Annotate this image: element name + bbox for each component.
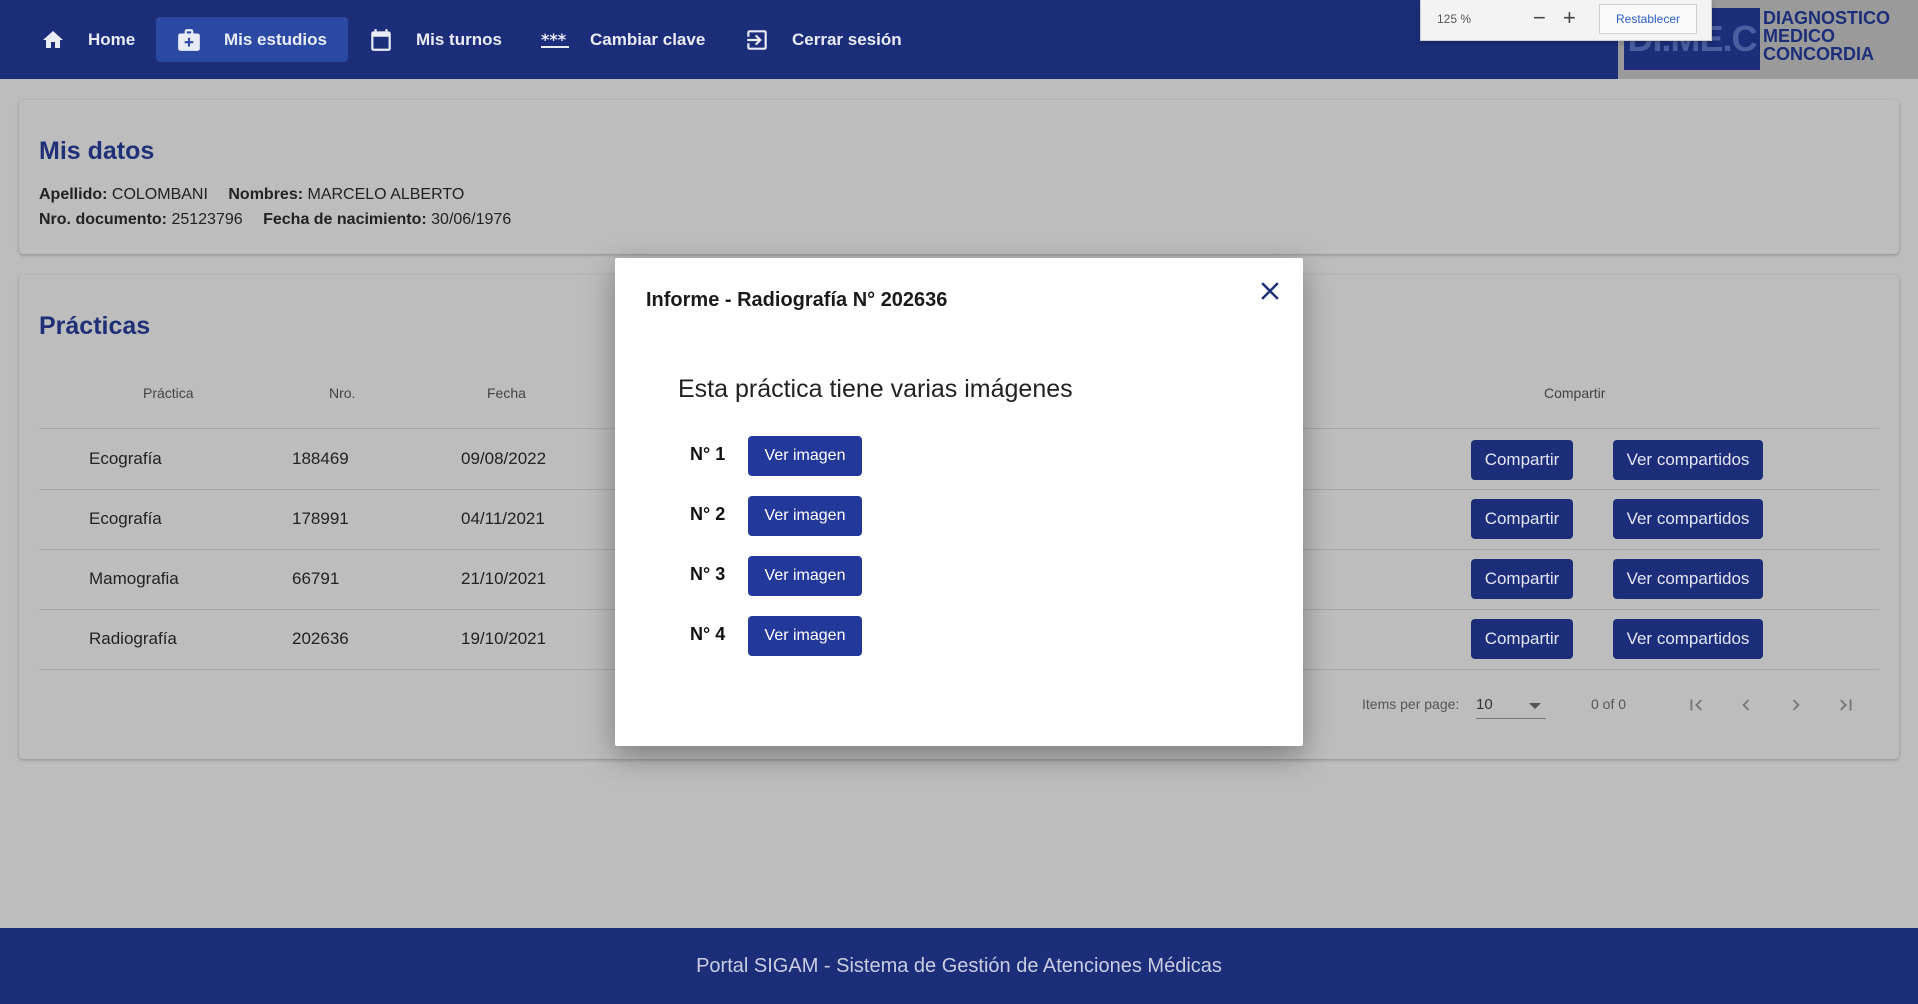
documento-value: 25123796 [171, 211, 243, 228]
top-navbar: Home Mis estudios Mis turnos *** Cambiar… [0, 0, 1918, 79]
col-header-fecha: Fecha [487, 385, 526, 401]
first-page-icon[interactable] [1684, 694, 1708, 721]
nav-mis-estudios[interactable]: Mis estudios [156, 17, 348, 62]
cell-practica: Ecografía [89, 509, 162, 528]
ver-imagen-button[interactable]: Ver imagen [748, 496, 862, 536]
page-size-select[interactable]: 10 [1476, 690, 1546, 719]
nacimiento-label: Fecha de nacimiento: [263, 211, 427, 228]
modal-subtitle: Esta práctica tiene varias imágenes [678, 375, 1073, 403]
zoom-level: 125 % [1437, 12, 1472, 26]
modal-title: Informe - Radiografía N° 202636 [646, 289, 948, 311]
image-number: N° 3 [690, 564, 726, 584]
items-per-page-label: Items per page: [1362, 696, 1460, 712]
svg-text:***: *** [541, 32, 567, 48]
logout-icon [742, 25, 772, 55]
patient-name-line: Apellido: COLOMBANI Nombres: MARCELO ALB… [39, 186, 464, 204]
col-header-nro: Nro. [329, 385, 356, 401]
nav-cerrar-sesion-label: Cerrar sesión [792, 29, 902, 49]
logo-line-3: CONCORDIA [1763, 44, 1874, 64]
mis-datos-card: Mis datos Apellido: COLOMBANI Nombres: M… [19, 100, 1899, 254]
compartir-button[interactable]: Compartir [1471, 440, 1573, 480]
cell-nro: 178991 [292, 509, 349, 528]
ver-imagen-button[interactable]: Ver imagen [748, 616, 862, 656]
zoom-in-button[interactable]: + [1563, 5, 1576, 31]
nav-mis-estudios-label: Mis estudios [224, 29, 327, 49]
next-page-icon[interactable] [1784, 694, 1808, 721]
page-size-value: 10 [1476, 696, 1493, 713]
previous-page-icon[interactable] [1734, 694, 1758, 721]
image-number: N° 4 [690, 624, 726, 644]
cell-fecha: 09/08/2022 [461, 449, 547, 468]
nombres-label: Nombres: [228, 186, 304, 203]
last-page-icon[interactable] [1834, 694, 1858, 721]
ver-imagen-button[interactable]: Ver imagen [748, 436, 862, 476]
cell-practica: Mamografia [89, 569, 179, 588]
cell-fecha: 19/10/2021 [461, 629, 547, 648]
ver-compartidos-button[interactable]: Ver compartidos [1613, 499, 1763, 539]
nav-cambiar-clave-label: Cambiar clave [590, 29, 706, 49]
nav-mis-turnos-label: Mis turnos [416, 29, 502, 49]
calendar-icon [366, 25, 396, 55]
logo-line-1: DIAGNOSTICO [1763, 8, 1891, 28]
compartir-button[interactable]: Compartir [1471, 559, 1573, 599]
compartir-button[interactable]: Compartir [1471, 499, 1573, 539]
nav-mis-turnos[interactable]: Mis turnos [366, 17, 516, 62]
close-icon[interactable] [1255, 276, 1285, 306]
page-footer: Portal SIGAM - Sistema de Gestión de Ate… [0, 928, 1918, 1004]
ver-compartidos-button[interactable]: Ver compartidos [1613, 619, 1763, 659]
cell-nro: 188469 [292, 449, 349, 468]
col-header-compartir: Compartir [1544, 385, 1606, 401]
nav-home[interactable]: Home [38, 17, 148, 62]
zoom-out-button[interactable]: − [1533, 5, 1546, 31]
nacimiento-value: 30/06/1976 [431, 211, 512, 228]
apellido-label: Apellido: [39, 186, 108, 203]
nav-home-label: Home [88, 29, 136, 49]
cell-fecha: 04/11/2021 [461, 509, 545, 528]
cell-nro: 202636 [292, 629, 349, 648]
ver-compartidos-button[interactable]: Ver compartidos [1613, 559, 1763, 599]
logo-text: DIAGNOSTICO MEDICO CONCORDIA [1763, 9, 1890, 63]
informe-modal: Informe - Radiografía N° 202636 Esta prá… [615, 258, 1303, 746]
mis-datos-title: Mis datos [39, 137, 155, 165]
logo-line-2: MEDICO [1763, 26, 1835, 46]
browser-zoom-popup: 125 % − + Restablecer [1420, 0, 1712, 41]
page-range: 0 of 0 [1591, 696, 1627, 712]
home-icon [38, 25, 68, 55]
cell-fecha: 21/10/2021 [461, 569, 547, 588]
image-number: N° 1 [690, 444, 726, 464]
cell-nro: 66791 [292, 569, 340, 588]
nav-cerrar-sesion[interactable]: Cerrar sesión [742, 17, 912, 62]
practicas-title: Prácticas [39, 312, 151, 340]
caret-down-icon [1528, 698, 1542, 716]
image-number: N° 2 [690, 504, 726, 524]
cell-practica: Ecografía [89, 449, 162, 468]
zoom-reset-button[interactable]: Restablecer [1599, 4, 1697, 34]
cell-practica: Radiografía [89, 629, 177, 648]
nombres-value: MARCELO ALBERTO [307, 186, 465, 203]
compartir-button[interactable]: Compartir [1471, 619, 1573, 659]
patient-doc-line: Nro. documento: 25123796 Fecha de nacimi… [39, 211, 511, 229]
ver-imagen-button[interactable]: Ver imagen [748, 556, 862, 596]
apellido-value: COLOMBANI [111, 186, 208, 203]
documento-label: Nro. documento: [39, 211, 167, 228]
nav-cambiar-clave[interactable]: *** Cambiar clave [540, 17, 710, 62]
password-icon: *** [540, 25, 570, 55]
col-header-practica: Práctica [143, 385, 194, 401]
footer-text: Portal SIGAM - Sistema de Gestión de Ate… [696, 954, 1222, 977]
ver-compartidos-button[interactable]: Ver compartidos [1613, 440, 1763, 480]
medical-bag-icon [174, 25, 204, 55]
